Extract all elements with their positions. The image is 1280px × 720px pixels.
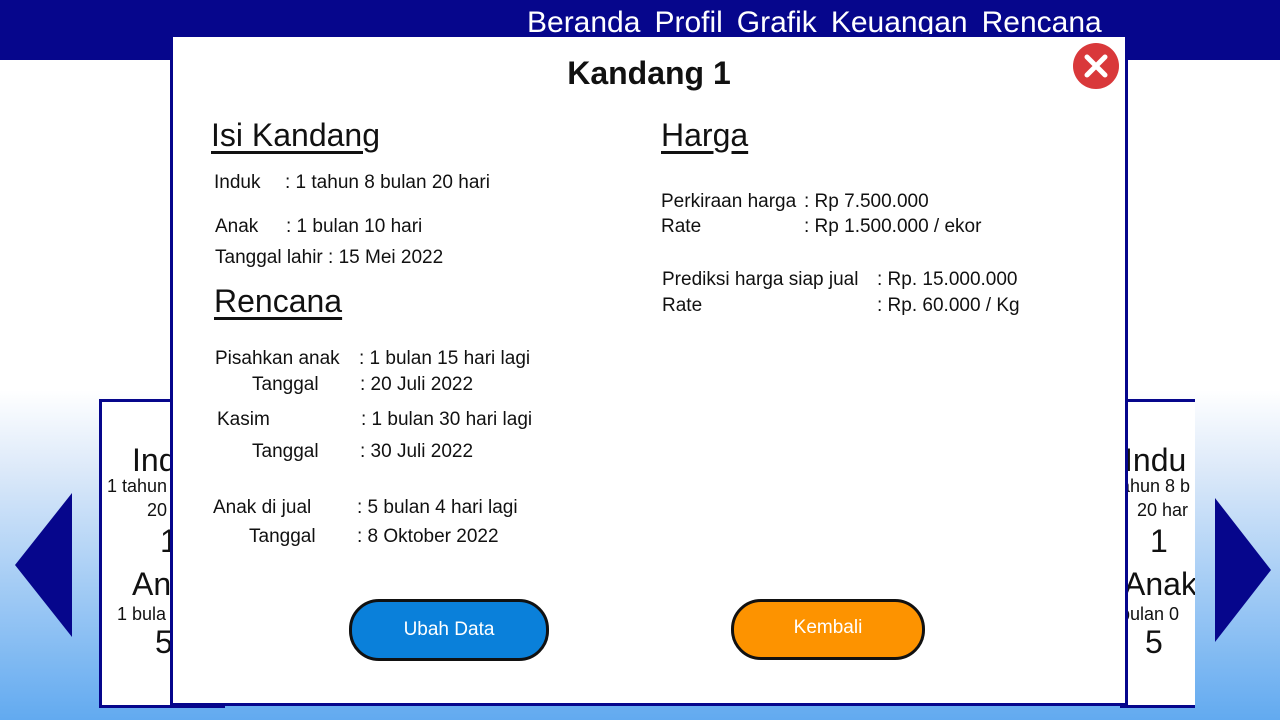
anak-label: Anak [215, 216, 259, 237]
card-anak-title: Anak [1124, 566, 1195, 602]
card-induk-age: 1 tahun [107, 476, 168, 496]
card-induk-title: Indu [1124, 442, 1187, 478]
background-card-right[interactable]: Indu ahun 8 b 20 har 1 Anak bulan 0 5 [1120, 399, 1195, 708]
kasim-value: : 1 bulan 30 hari lagi [361, 409, 533, 430]
tanggal-lahir: Tanggal lahir : 15 Mei 2022 [215, 247, 444, 268]
kasim-tanggal-label: Tanggal [252, 441, 319, 462]
jual-label: Anak di jual [213, 497, 312, 518]
prediksi-harga-label: Prediksi harga siap jual [662, 269, 859, 290]
jual-tanggal-label: Tanggal [249, 526, 316, 547]
card-anak-age: 1 bula [117, 604, 167, 624]
perkiraan-harga-label: Perkiraan harga [661, 191, 797, 212]
jual-value: : 5 bulan 4 hari lagi [357, 497, 518, 518]
card-anak-age: bulan 0 [1120, 604, 1180, 624]
modal-title: Kandang 1 [567, 55, 731, 91]
isi-kandang-heading: Isi Kandang [211, 117, 381, 153]
kembali-button[interactable]: Kembali [731, 599, 925, 660]
card-induk-age-2: 20 [147, 500, 168, 520]
ubah-data-button[interactable]: Ubah Data [349, 599, 549, 661]
rate-ekor-label: Rate [661, 216, 702, 237]
induk-label: Induk [214, 172, 261, 193]
rate-kg-label: Rate [662, 295, 703, 316]
next-arrow-icon[interactable] [1215, 498, 1271, 642]
pisah-tanggal-label: Tanggal [252, 374, 319, 395]
close-icon [1084, 54, 1108, 78]
kasim-label: Kasim [217, 409, 270, 430]
card-induk-age: ahun 8 b [1120, 476, 1191, 496]
pisah-anak-label: Pisahkan anak [215, 348, 340, 369]
anak-value: : 1 bulan 10 hari [286, 216, 423, 237]
kasim-tanggal-value: : 30 Juli 2022 [360, 441, 474, 462]
pisah-anak-value: : 1 bulan 15 hari lagi [359, 348, 531, 369]
jual-tanggal-value: : 8 Oktober 2022 [357, 526, 499, 547]
rate-kg-value: : Rp. 60.000 / Kg [877, 295, 1020, 316]
card-anak-count: 5 [1145, 624, 1163, 660]
card-induk-count: 1 [1150, 523, 1168, 559]
prev-arrow-icon[interactable] [15, 493, 72, 637]
card-induk-age-2: 20 har [1137, 500, 1189, 520]
induk-value: : 1 tahun 8 bulan 20 hari [285, 172, 490, 193]
close-button[interactable] [1073, 43, 1119, 89]
kandang-detail-modal: Kandang 1 Isi Kandang Induk : 1 tahun 8 … [170, 34, 1128, 706]
prediksi-harga-value: : Rp. 15.000.000 [877, 269, 1018, 290]
harga-heading: Harga [661, 117, 749, 153]
perkiraan-harga-value: : Rp 7.500.000 [804, 191, 929, 212]
rate-ekor-value: : Rp 1.500.000 / ekor [804, 216, 982, 237]
card-anak-title: An [132, 566, 172, 602]
rencana-heading: Rencana [214, 283, 343, 319]
pisah-tanggal-value: : 20 Juli 2022 [360, 374, 474, 395]
